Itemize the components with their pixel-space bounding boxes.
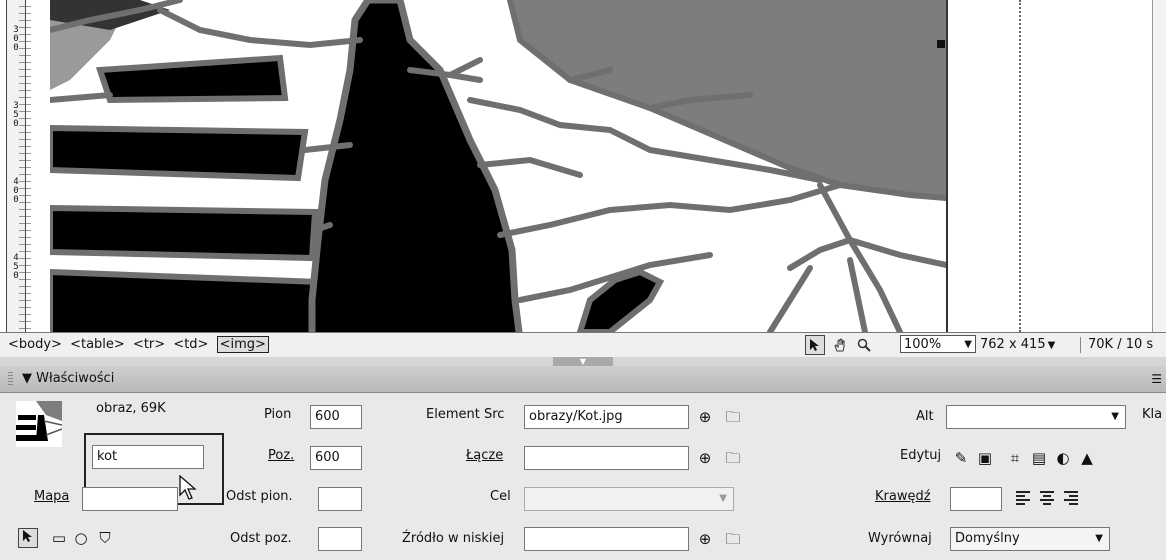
hand-tool-icon[interactable] xyxy=(831,336,849,354)
table-boundary-guide xyxy=(1019,0,1025,332)
vspace-label: Odst pion. xyxy=(226,489,293,504)
border-field[interactable] xyxy=(950,487,1002,511)
align-right-icon[interactable] xyxy=(1062,489,1080,507)
zoom-value: 100% xyxy=(904,337,942,352)
drag-grip-icon[interactable] xyxy=(8,372,13,386)
alt-label: Alt xyxy=(916,409,934,424)
tag-img-selected[interactable]: <img> xyxy=(216,336,269,353)
alt-combobox[interactable]: ▼ xyxy=(946,405,1126,429)
design-canvas[interactable]: 300 350 400 450 xyxy=(0,0,1166,332)
panel-options-icon[interactable]: ☰ xyxy=(1151,366,1162,392)
class-label: Kla xyxy=(1142,407,1163,422)
optimize-image-icon[interactable]: ▣ xyxy=(976,449,994,467)
chevron-down-icon: ▼ xyxy=(1111,411,1119,422)
tag-tr[interactable]: <tr> xyxy=(133,337,165,352)
image-thumbnail-icon xyxy=(16,401,62,447)
map-label: Mapa xyxy=(34,489,70,504)
edit-pencil-icon[interactable]: ✎ xyxy=(952,449,970,467)
ruler-label-450: 450 xyxy=(13,253,19,281)
point-to-file-icon[interactable]: ⊕ xyxy=(696,408,714,426)
src-label: Element Src xyxy=(426,407,505,422)
lowsrc-field[interactable] xyxy=(524,527,689,551)
properties-panel: obraz, 69K kot Pion 600 Poz. 600 Element… xyxy=(0,393,1166,560)
mouse-cursor-icon xyxy=(179,475,197,500)
status-tools xyxy=(805,335,873,355)
browse-folder-icon[interactable]: 🗀 xyxy=(724,449,742,467)
hspace-field[interactable] xyxy=(318,527,362,551)
image-info: obraz, 69K xyxy=(96,401,166,416)
panel-splitter[interactable]: ▼ xyxy=(0,357,1166,366)
rectangle-hotspot-icon[interactable]: ▭ xyxy=(50,529,68,547)
polygon-hotspot-icon[interactable]: ⛉ xyxy=(96,529,114,547)
cat-artwork xyxy=(50,0,946,332)
vspace-field[interactable] xyxy=(318,487,362,511)
zoom-tool-icon[interactable] xyxy=(855,336,873,354)
ruler-label-400: 400 xyxy=(13,177,19,205)
browse-folder-icon[interactable]: 🗀 xyxy=(724,408,742,426)
sharpen-icon[interactable]: ▲ xyxy=(1078,449,1096,467)
panel-title: Właściwości xyxy=(36,371,115,386)
browse-folder-icon[interactable]: 🗀 xyxy=(724,530,742,548)
tag-td[interactable]: <td> xyxy=(173,337,208,352)
select-tool-icon[interactable] xyxy=(805,335,825,355)
align-left-icon[interactable] xyxy=(1014,489,1032,507)
chevron-down-icon: ▼ xyxy=(1095,533,1103,544)
align-select[interactable]: Domyślny ▼ xyxy=(950,527,1110,551)
height-field[interactable]: 600 xyxy=(310,446,362,470)
brightness-contrast-icon[interactable]: ◐ xyxy=(1054,449,1072,467)
tag-selector: <body> <table> <tr> <td> <img> xyxy=(8,333,273,357)
width-field[interactable]: 600 xyxy=(310,405,362,429)
collapse-arrow-icon[interactable]: ▼ xyxy=(22,371,32,386)
status-divider xyxy=(1080,337,1081,353)
lowsrc-label: Źródło w niskiej xyxy=(402,531,505,546)
chevron-down-icon: ▼ xyxy=(964,339,972,350)
target-select[interactable]: ▼ xyxy=(524,487,734,511)
pointer-hotspot-tool-icon[interactable] xyxy=(18,528,38,548)
hspace-label: Odst poz. xyxy=(230,531,292,546)
crop-icon[interactable]: ⌗ xyxy=(1006,449,1024,467)
map-field[interactable] xyxy=(82,487,178,511)
point-to-file-icon[interactable]: ⊕ xyxy=(696,530,714,548)
vertical-scrollbar[interactable] xyxy=(1152,0,1166,332)
point-to-file-icon[interactable]: ⊕ xyxy=(696,449,714,467)
tag-body[interactable]: <body> xyxy=(8,337,62,352)
src-field[interactable]: obrazy/Kot.jpg xyxy=(524,405,689,429)
align-center-icon[interactable] xyxy=(1038,489,1056,507)
vertical-ruler: 300 350 400 450 xyxy=(6,0,31,332)
selected-image-kot[interactable] xyxy=(50,0,948,332)
height-label: Poz. xyxy=(268,448,295,463)
align-value: Domyślny xyxy=(955,531,1020,546)
collapse-panel-tab[interactable]: ▼ xyxy=(553,357,613,366)
download-size: 70K / 10 s xyxy=(1088,337,1154,352)
zoom-select[interactable]: 100% ▼ xyxy=(900,335,976,353)
edit-label: Edytuj xyxy=(900,448,942,463)
status-bar: <body> <table> <tr> <td> <img> 100% ▼ 76… xyxy=(0,332,1166,358)
ruler-label-300: 300 xyxy=(13,25,19,53)
window-size-value: 762 x 415 xyxy=(980,337,1046,352)
properties-panel-header[interactable]: ▼ Właściwości ☰ xyxy=(0,366,1166,393)
circle-hotspot-icon[interactable]: ○ xyxy=(72,529,90,547)
width-label: Pion xyxy=(264,407,292,422)
tag-table[interactable]: <table> xyxy=(70,337,125,352)
border-label: Krawędź xyxy=(875,489,931,504)
chevron-down-icon: ▼ xyxy=(719,493,727,504)
alignment-buttons xyxy=(1014,489,1094,507)
link-label: Łącze xyxy=(466,448,504,463)
window-size-menu[interactable]: 762 x 415 ▼ xyxy=(980,333,1055,358)
link-field[interactable] xyxy=(524,446,689,470)
align-label: Wyrównaj xyxy=(868,531,932,546)
image-resize-handle[interactable] xyxy=(937,40,945,48)
chevron-down-icon: ▼ xyxy=(1047,340,1056,351)
resample-icon[interactable]: ▤ xyxy=(1030,449,1048,467)
ruler-label-350: 350 xyxy=(13,101,19,129)
target-label: Cel xyxy=(490,489,511,504)
